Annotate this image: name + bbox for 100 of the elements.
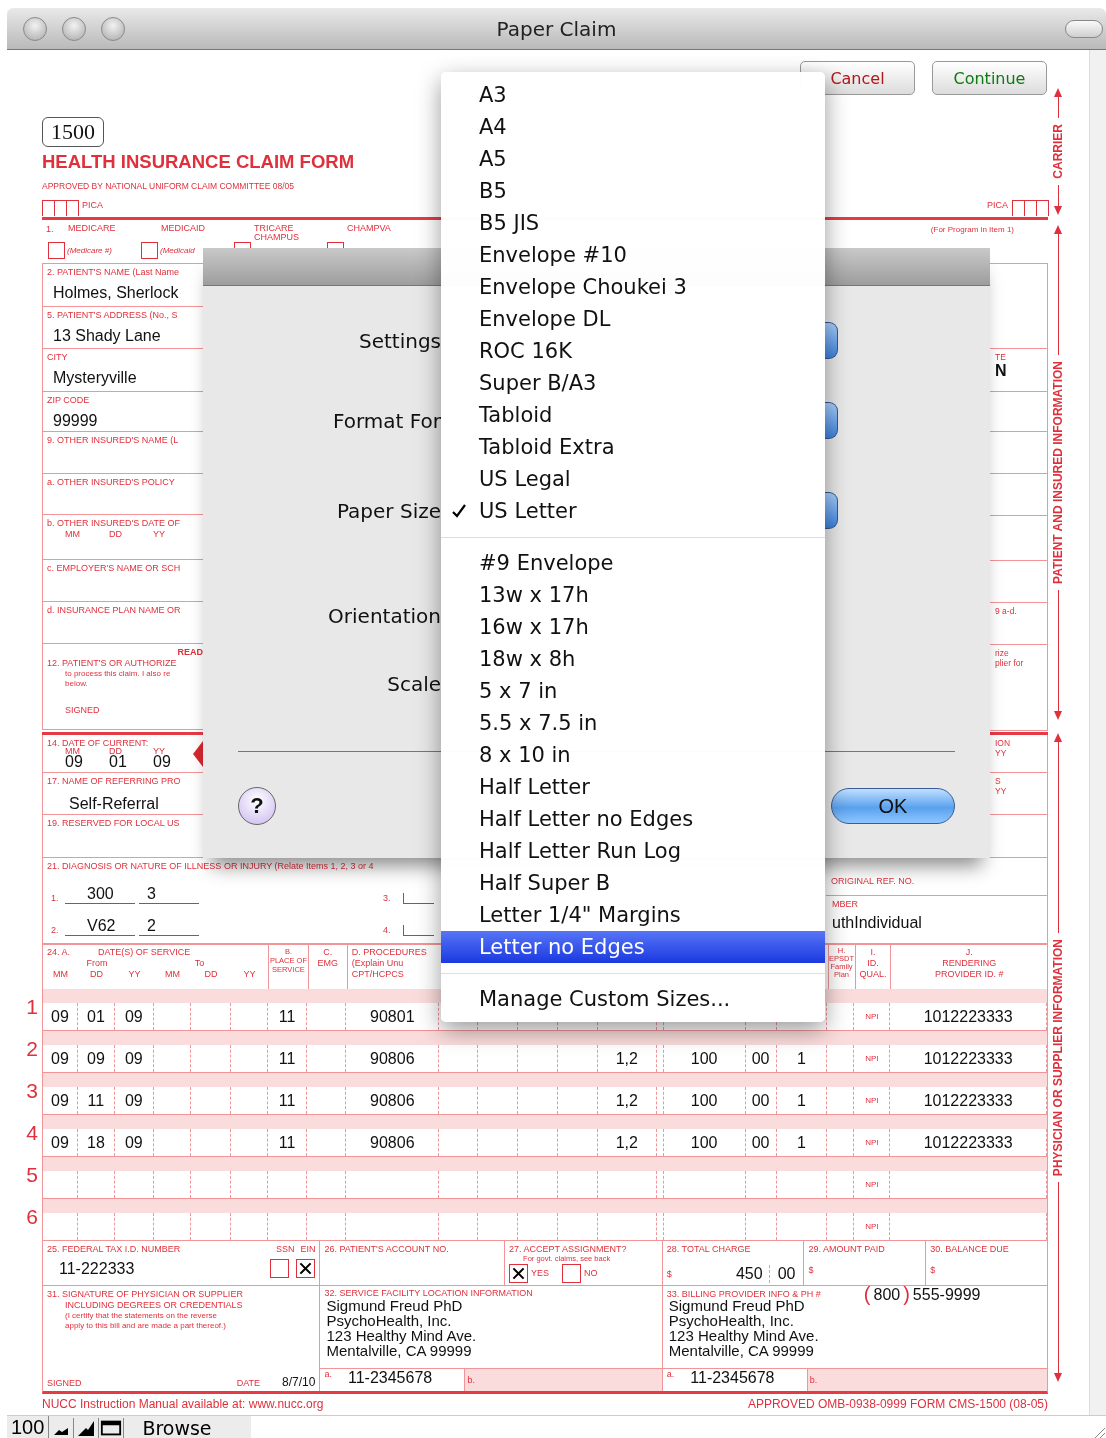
date-part-label: YY (153, 529, 166, 540)
table-cell: 90806 (370, 1091, 415, 1110)
table-cell: 1012223333 (923, 1049, 1013, 1068)
window-zoom-button[interactable] (101, 16, 125, 41)
menu-item[interactable]: 8 x 10 in (441, 739, 825, 771)
field-fragment: YY (995, 786, 1008, 796)
menu-item[interactable]: Half Letter Run Log (441, 835, 825, 867)
ok-button[interactable]: OK (831, 788, 955, 824)
toolbar-toggle-button[interactable] (1065, 19, 1103, 38)
menu-item[interactable]: 18w x 8h (441, 643, 825, 675)
menu-item[interactable]: US Legal (441, 463, 825, 495)
menu-item[interactable]: 16w x 17h (441, 611, 825, 643)
date-part-label: YY (153, 746, 165, 756)
diagnosis-code: 2 (139, 917, 199, 936)
footer-note: NUCC Instruction Manual available at: www.nucc.org (42, 1397, 324, 1411)
menu-item[interactable]: Envelope #10 (441, 239, 825, 271)
window-close-button[interactable] (23, 16, 47, 41)
field-value: Holmes, Sherlock (53, 284, 180, 302)
field-label: EIN (300, 1244, 316, 1255)
table-cell: 00 (751, 1133, 770, 1152)
table-cell: 1,2 (615, 1091, 638, 1110)
program-checkbox[interactable] (141, 242, 158, 259)
field-label: a. (324, 1369, 332, 1381)
column-label: ID. (867, 958, 879, 969)
table-cell: 11 (278, 1007, 296, 1026)
no-checkbox[interactable] (562, 1264, 582, 1283)
arrow-line (1054, 88, 1062, 119)
field-label: b. (467, 1375, 475, 1385)
menu-item[interactable]: Envelope DL (441, 303, 825, 335)
table-cell: 1012223333 (923, 1133, 1013, 1152)
menu-item[interactable]: Super B/A3 (441, 367, 825, 399)
field-label: 29. AMOUNT PAID (808, 1244, 886, 1255)
action-button[interactable]: Continue (932, 61, 1047, 95)
menu-item[interactable]: A4 (441, 111, 825, 143)
column-label: RENDERING (942, 958, 997, 969)
column-label: CPT/HCPCS (351, 969, 404, 980)
column-label: D. PROCEDURES (351, 947, 427, 958)
line-number: 1 (25, 994, 39, 1020)
table-cell: NPI (865, 1011, 879, 1022)
window-minimize-button[interactable] (62, 16, 86, 41)
menu-item[interactable]: 5.5 x 7.5 in (441, 707, 825, 739)
menu-item[interactable]: Half Letter no Edges (441, 803, 825, 835)
column-label: J. (965, 947, 973, 958)
menu-item[interactable]: B5 (441, 175, 825, 207)
form-title: HEALTH INSURANCE CLAIM FORM (42, 151, 355, 173)
column-label: (Explain Unu (351, 958, 404, 969)
signed-label: SIGNED (47, 1378, 82, 1389)
address-line: Sigmund Freud PhD (325, 1297, 464, 1314)
menu-item[interactable]: ROC 16K (441, 335, 825, 367)
help-button[interactable]: ? (238, 787, 276, 825)
field-label: 28. TOTAL CHARGE (666, 1244, 752, 1255)
field-fragment: rize (995, 648, 1010, 658)
menu-item[interactable]: Half Letter (441, 771, 825, 803)
field-fragment: 9 a-d. (995, 606, 1018, 616)
menu-item[interactable]: A5 (441, 143, 825, 175)
table-cell: 100 (690, 1133, 718, 1152)
field-value: 99999 (53, 412, 99, 430)
zoom-level[interactable]: 100 (7, 1416, 50, 1438)
menu-item[interactable]: US Letter (441, 495, 825, 527)
program-label: MEDICAID (161, 224, 206, 235)
ein-checkbox[interactable] (296, 1259, 316, 1278)
menu-item[interactable]: Envelope Choukei 3 (441, 271, 825, 303)
date-part-label: MM (65, 529, 81, 540)
column-label: MM (52, 969, 69, 980)
table-cell: NPI (865, 1095, 879, 1106)
field-value: 11-222333 (59, 1259, 135, 1278)
ssn-checkbox[interactable] (270, 1259, 290, 1278)
program-checkbox[interactable] (48, 242, 65, 259)
menu-item[interactable]: B5 JIS (441, 207, 825, 239)
approval-text: APPROVED BY NATIONAL UNIFORM CLAIM COMMITTEE 08/05 (42, 181, 295, 191)
menu-item[interactable]: Letter no Edges (441, 931, 825, 963)
signed-label: SIGNED (64, 705, 101, 716)
menu-item[interactable]: Half Super B (441, 867, 825, 899)
window-title: Paper Claim (496, 16, 617, 41)
table-cell: 09 (51, 1049, 69, 1068)
field-label: c. EMPLOYER'S NAME OR SCH (47, 563, 182, 574)
fill-in-line (403, 893, 434, 904)
menu-item[interactable]: Manage Custom Sizes... (441, 983, 825, 1015)
yes-checkbox[interactable] (509, 1264, 529, 1283)
diagnosis-number: 3. (383, 893, 392, 904)
scrollbar[interactable] (1089, 50, 1106, 1415)
menu-item[interactable]: Letter 1/4" Margins (441, 899, 825, 931)
menu-item[interactable]: 5 x 7 in (441, 675, 825, 707)
certification-text: apply to this bill and are made a part thereof.) (64, 1321, 227, 1331)
field-label: a. OTHER INSURED'S POLICY (47, 477, 176, 488)
pointer-triangle-icon (193, 741, 203, 767)
menu-item[interactable]: #9 Envelope (441, 547, 825, 579)
menu-item[interactable]: Tabloid (441, 399, 825, 431)
date-value: 09 (65, 753, 84, 771)
line-number: 2 (25, 1036, 39, 1062)
resize-grip-icon[interactable] (1092, 1425, 1106, 1438)
field-label: INCLUDING DEGREES OR CREDENTIALS (64, 1300, 244, 1311)
menu-item[interactable]: 13w x 17h (441, 579, 825, 611)
field-value: 8/7/10 (282, 1375, 316, 1389)
currency-sign: $ (930, 1265, 936, 1276)
menu-item[interactable]: Tabloid Extra (441, 431, 825, 463)
window-icon[interactable] (99, 1417, 125, 1438)
table-cell: 1,2 (615, 1049, 638, 1068)
setting-label: Format For (332, 408, 441, 435)
table-cell: 90806 (370, 1133, 415, 1152)
